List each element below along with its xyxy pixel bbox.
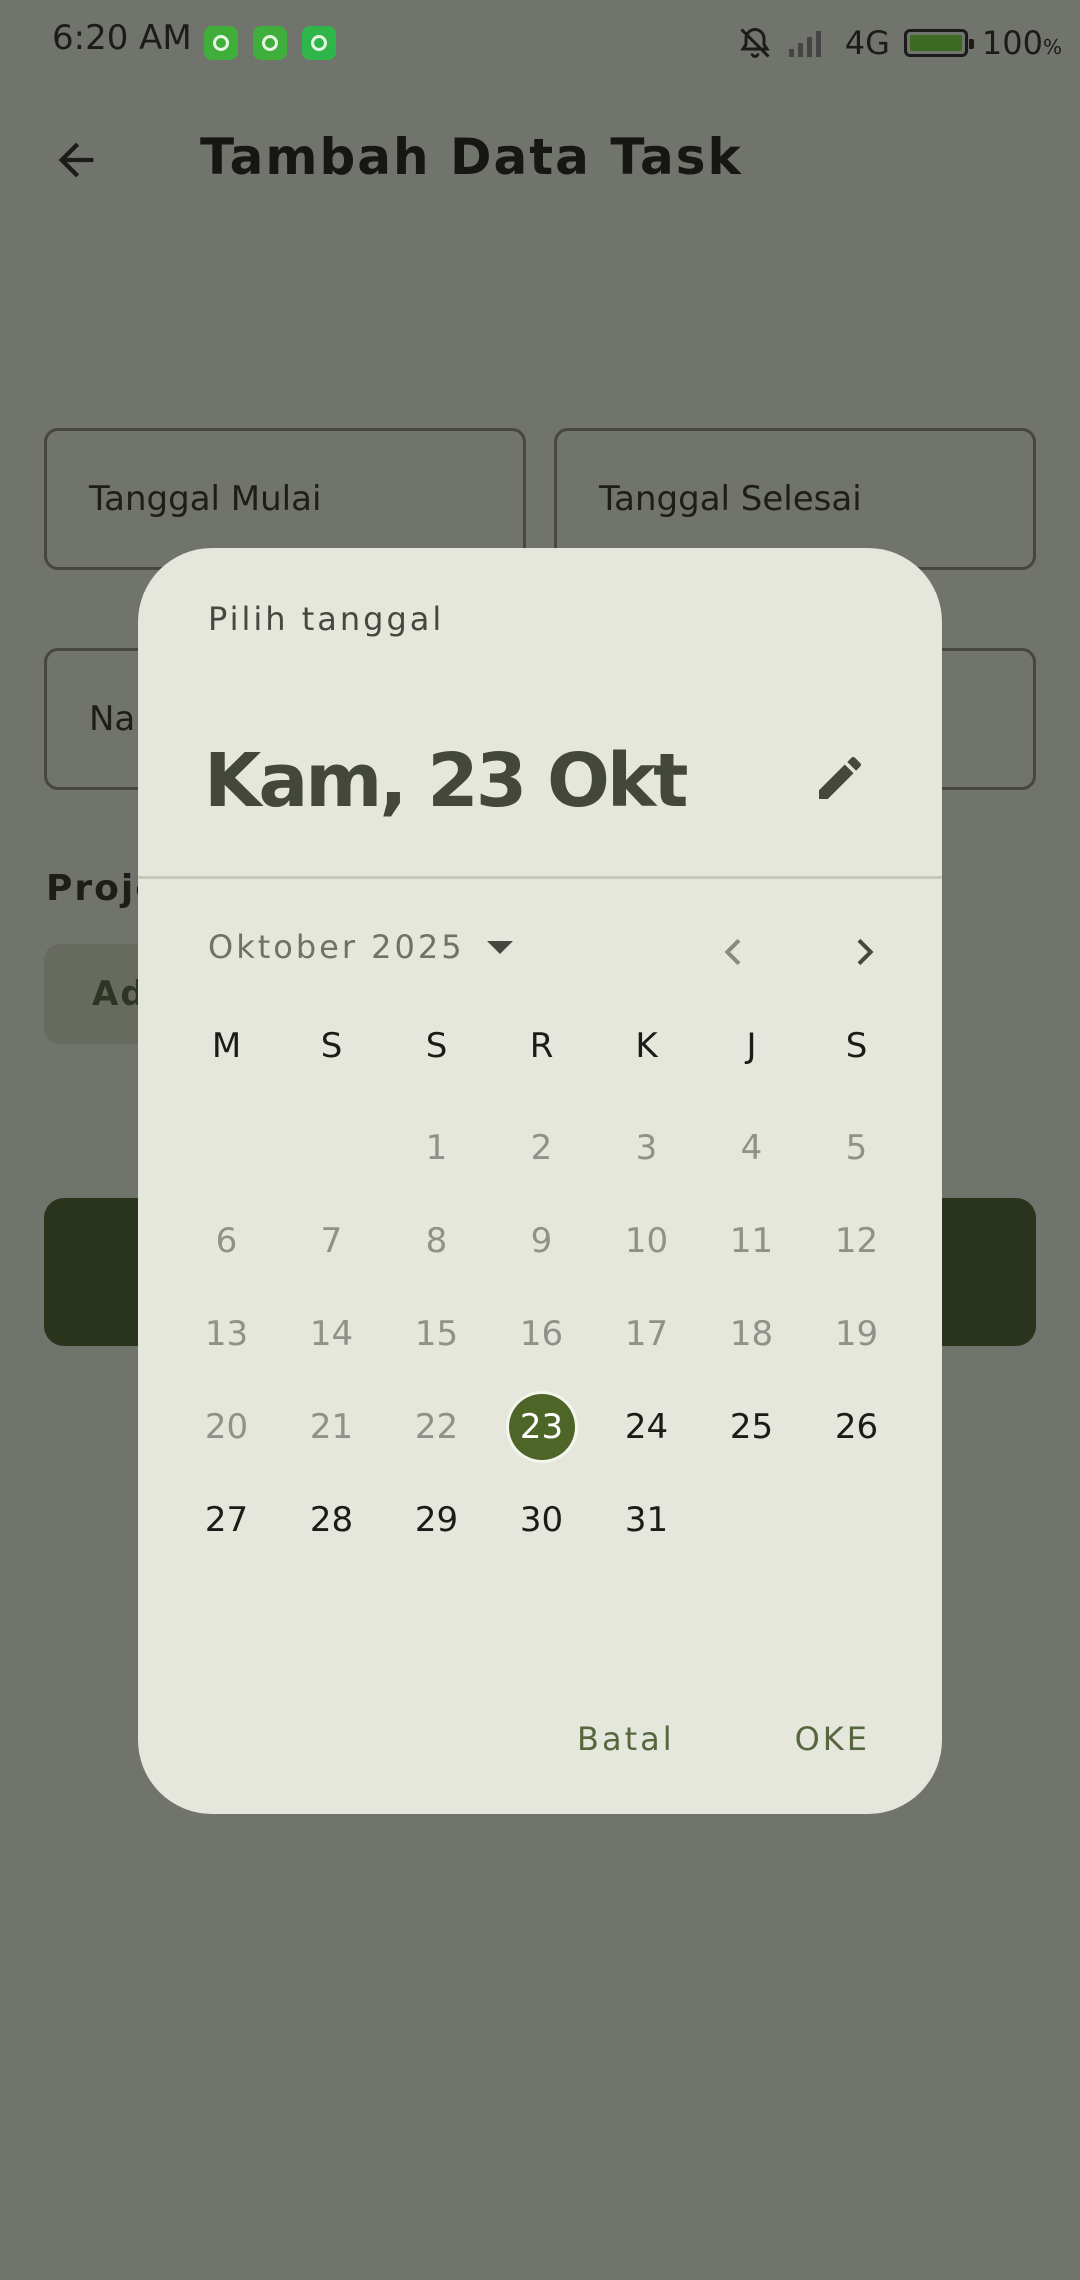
chevron-left-icon [724, 938, 741, 966]
calendar-day[interactable]: 6 [174, 1194, 279, 1287]
battery-level: 100% [981, 24, 1062, 62]
dropdown-arrow-icon [486, 941, 513, 954]
network-type: 4G [844, 24, 890, 62]
dialog-headline: Pilih tanggal [208, 600, 445, 638]
calendar-day[interactable]: 2 [489, 1101, 594, 1194]
weekday-label: J [746, 1026, 757, 1066]
calendar-day[interactable]: 13 [174, 1287, 279, 1380]
cancel-button[interactable]: Batal [577, 1720, 675, 1758]
calendar-day[interactable]: 11 [699, 1194, 804, 1287]
app-bar: Tambah Data Task [0, 108, 1080, 212]
status-bar: 6:20 AM 4G 100% [0, 0, 1080, 84]
weekday-label: S [425, 1026, 448, 1066]
calendar-day[interactable]: 29 [384, 1473, 489, 1566]
calendar-day[interactable]: 1 [384, 1101, 489, 1194]
calendar-day[interactable]: 9 [489, 1194, 594, 1287]
back-button[interactable] [44, 128, 108, 192]
start-date-label: Tanggal Mulai [89, 479, 322, 519]
edit-date-button[interactable] [808, 746, 872, 810]
end-date-label: Tanggal Selesai [599, 479, 862, 519]
calendar-day[interactable]: 22 [384, 1380, 489, 1473]
previous-month-button[interactable] [706, 924, 762, 980]
next-month-button[interactable] [836, 924, 892, 980]
calendar-day[interactable]: 26 [804, 1380, 909, 1473]
dialog-actions: Batal OKE [577, 1720, 870, 1758]
selected-date-display: Kam, 23 Okt [204, 738, 688, 824]
bell-off-icon [739, 27, 770, 58]
calendar-day[interactable]: 7 [279, 1194, 384, 1287]
calendar-day[interactable]: 15 [384, 1287, 489, 1380]
calendar-day[interactable]: 19 [804, 1287, 909, 1380]
notification-app-icon [204, 26, 238, 60]
weekday-header: M S S R K J S [174, 1026, 910, 1066]
whatsapp-icon [302, 26, 336, 60]
calendar-day[interactable]: 3 [594, 1101, 699, 1194]
calendar-day[interactable]: 8 [384, 1194, 489, 1287]
calendar-day[interactable]: 31 [594, 1473, 699, 1566]
calendar-day[interactable]: 5 [804, 1101, 909, 1194]
calendar-day[interactable]: 16 [489, 1287, 594, 1380]
weekday-label: R [529, 1026, 554, 1066]
calendar-day-selected[interactable]: 23 [489, 1380, 594, 1473]
calendar-day[interactable]: 12 [804, 1194, 909, 1287]
divider [138, 876, 942, 879]
calendar-day[interactable]: 14 [279, 1287, 384, 1380]
calendar-day[interactable]: 27 [174, 1473, 279, 1566]
date-picker-dialog: Pilih tanggal Kam, 23 Okt Oktober 2025 M… [138, 548, 942, 1814]
notification-app-icon [253, 26, 287, 60]
calendar-day[interactable]: 24 [594, 1380, 699, 1473]
signal-icon [788, 31, 821, 57]
calendar-day[interactable]: 28 [279, 1473, 384, 1566]
calendar-day[interactable]: 10 [594, 1194, 699, 1287]
arrow-back-icon [58, 142, 94, 178]
task-name-label: Na [89, 699, 136, 739]
calendar-grid: 1 2 3 4 5 6 7 8 9 10 11 12 13 14 15 16 17 18 19 20 21 22 23 24 2… [174, 1101, 910, 1566]
ok-button[interactable]: OKE [795, 1720, 870, 1758]
weekday-label: M [211, 1026, 242, 1066]
calendar-day[interactable]: 30 [489, 1473, 594, 1566]
calendar-day[interactable]: 25 [699, 1380, 804, 1473]
pencil-icon [819, 756, 861, 799]
calendar-day[interactable]: 20 [174, 1380, 279, 1473]
month-year-label: Oktober 2025 [208, 928, 465, 966]
calendar-day[interactable]: 4 [699, 1101, 804, 1194]
weekday-label: S [845, 1026, 868, 1066]
calendar-day[interactable]: 17 [594, 1287, 699, 1380]
status-time: 6:20 AM [52, 18, 192, 58]
status-indicators: 4G 100% [737, 18, 1062, 68]
month-year-selector[interactable]: Oktober 2025 [208, 928, 515, 966]
page-title: Tambah Data Task [200, 128, 743, 186]
weekday-label: K [635, 1026, 658, 1066]
chevron-right-icon [857, 938, 874, 966]
calendar-day[interactable]: 21 [279, 1380, 384, 1473]
battery-icon [903, 29, 974, 57]
calendar-day[interactable]: 18 [699, 1287, 804, 1380]
weekday-label: S [320, 1026, 343, 1066]
